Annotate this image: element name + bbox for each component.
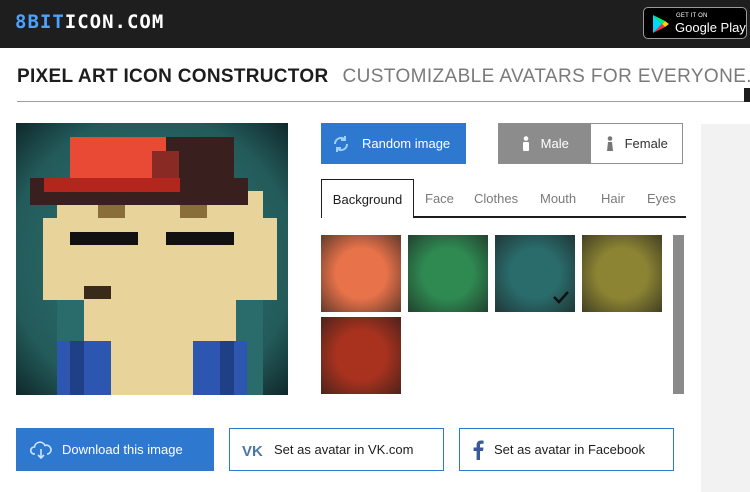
gender-female-option[interactable]: Female — [590, 124, 682, 163]
mouth — [84, 286, 111, 299]
download-label: Download this image — [62, 442, 183, 457]
cap-dark-mid — [152, 151, 179, 178]
facebook-icon — [472, 440, 484, 460]
swatch-orange[interactable] — [321, 235, 401, 312]
shirt-strap-left — [70, 341, 84, 395]
right-eyebrow — [180, 205, 207, 218]
svg-text:VK: VK — [242, 443, 263, 457]
male-icon — [521, 135, 531, 152]
vk-icon: VK — [242, 443, 264, 457]
logo-accent-text: 8BIT — [15, 11, 65, 33]
badge-big-text: Google Play — [675, 20, 746, 35]
random-image-label: Random image — [362, 136, 451, 151]
top-bar: 8BITICON.COM GET IT ON Google Play — [0, 0, 750, 48]
tab-hair[interactable]: Hair — [601, 179, 625, 218]
right-panel — [701, 124, 750, 492]
vk-avatar-button[interactable]: VK Set as avatar in VK.com — [229, 428, 444, 471]
heading-divider — [17, 101, 750, 102]
title-tagline: CUSTOMIZABLE AVATARS FOR EVERYONE. — [342, 66, 750, 87]
badge-small-text: GET IT ON — [676, 13, 708, 19]
right-eye — [166, 232, 234, 245]
google-play-badge[interactable]: GET IT ON Google Play — [643, 7, 747, 39]
tab-background[interactable]: Background — [321, 179, 414, 218]
checkmark-icon — [553, 291, 569, 304]
left-eyebrow — [98, 205, 125, 218]
category-tabs: Background Face Clothes Mouth Hair Eyes — [321, 179, 686, 218]
play-store-icon — [653, 15, 669, 33]
vk-label: Set as avatar in VK.com — [274, 442, 414, 457]
site-logo[interactable]: 8BITICON.COM — [15, 11, 164, 33]
female-icon — [605, 135, 615, 152]
left-eye — [70, 232, 138, 245]
face-neck-fill-left — [84, 300, 111, 341]
tab-face[interactable]: Face — [425, 179, 454, 218]
title-bold: PIXEL ART ICON CONSTRUCTOR — [17, 66, 329, 87]
swatch-red[interactable] — [321, 317, 401, 394]
avatar-preview — [16, 123, 288, 395]
swatch-teal[interactable] — [495, 235, 575, 312]
swatch-scrollbar[interactable] — [673, 235, 684, 394]
random-image-button[interactable]: Random image — [321, 123, 466, 164]
gender-toggle: Male Female — [498, 123, 683, 164]
face-right-cut — [263, 218, 277, 300]
swatch-green[interactable] — [408, 235, 488, 312]
swatch-olive[interactable] — [582, 235, 662, 312]
tab-mouth[interactable]: Mouth — [540, 179, 576, 218]
cloud-download-icon — [30, 440, 52, 460]
gender-male-option[interactable]: Male — [499, 124, 591, 163]
facebook-label: Set as avatar in Facebook — [494, 442, 646, 457]
shirt-strap-right — [220, 341, 234, 395]
divider-mark — [744, 88, 750, 102]
facebook-avatar-button[interactable]: Set as avatar in Facebook — [459, 428, 674, 471]
gender-female-label: Female — [624, 136, 668, 151]
gender-male-label: Male — [540, 136, 569, 151]
download-button[interactable]: Download this image — [16, 428, 214, 471]
tab-eyes[interactable]: Eyes — [647, 179, 676, 218]
page-title: PIXEL ART ICON CONSTRUCTOR CUSTOMIZABLE A… — [17, 66, 750, 88]
refresh-icon — [332, 135, 350, 153]
tab-clothes[interactable]: Clothes — [474, 179, 518, 218]
face-left-cut — [43, 218, 57, 300]
cap-brim-red — [44, 178, 180, 192]
logo-text: ICON.COM — [64, 11, 165, 33]
